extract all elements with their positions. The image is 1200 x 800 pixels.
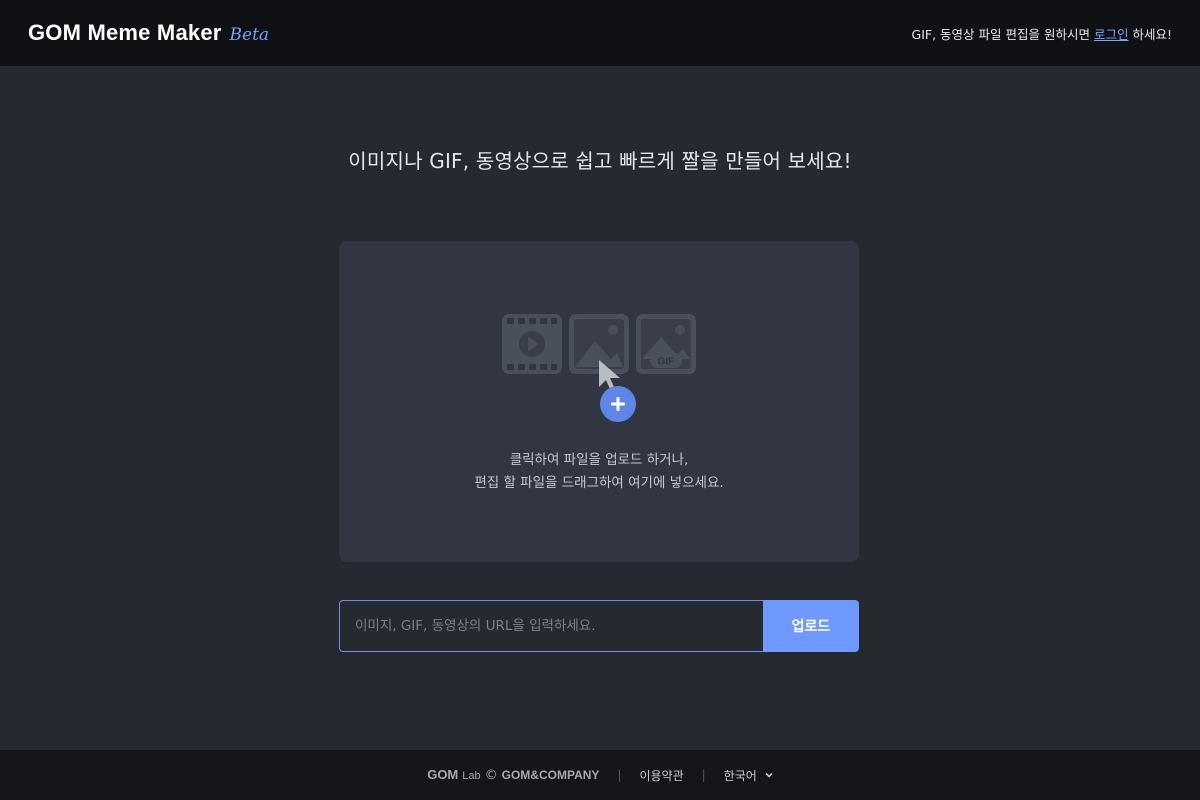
dropzone-line-2: 편집 할 파일을 드래그하여 여기에 넣으세요. xyxy=(474,475,724,491)
top-bar: GOM Meme Maker Beta GIF, 동영상 파일 편집을 원하시면… xyxy=(0,0,1200,66)
footer-brand: GOM Lab © GOM&COMPANY xyxy=(427,767,599,783)
url-input[interactable] xyxy=(339,600,763,652)
dropzone-instructions: 클릭하여 파일을 업로드 하거나, 편집 할 파일을 드래그하여 여기에 넣으세… xyxy=(339,449,859,495)
login-prompt-suffix: 하세요! xyxy=(1132,26,1172,42)
gif-image-icon: GIF xyxy=(636,314,696,374)
login-link[interactable]: 로그인 xyxy=(1094,24,1129,43)
logo-text: GOM Meme Maker xyxy=(28,20,222,45)
gomlab-logo-lab: Lab xyxy=(462,770,481,782)
company-logo: GOM&COMPANY xyxy=(501,768,600,782)
login-prompt: GIF, 동영상 파일 편집을 원하시면 로그인 하세요! xyxy=(912,24,1172,43)
copyright-symbol: © xyxy=(484,768,498,783)
logo[interactable]: GOM Meme Maker Beta xyxy=(28,20,269,46)
gomlab-logo: GOM xyxy=(427,767,459,782)
page-title: 이미지나 GIF, 동영상으로 쉽고 빠르게 짤을 만들어 보세요! xyxy=(348,149,852,173)
terms-link[interactable]: 이용약관 xyxy=(639,767,683,784)
footer-separator: | xyxy=(701,768,706,782)
footer-separator: | xyxy=(617,768,622,782)
upload-button[interactable]: 업로드 xyxy=(763,600,859,652)
url-upload-form: 업로드 xyxy=(339,600,859,652)
file-dropzone[interactable]: GIF 클릭하여 파일을 업로드 하거나, 편집 할 파일을 드래그하여 여기에… xyxy=(339,241,859,562)
language-selector[interactable]: 한국어 xyxy=(724,767,773,784)
logo-beta-label: Beta xyxy=(229,25,270,45)
login-prompt-text: GIF, 동영상 파일 편집을 원하시면 xyxy=(911,26,1090,42)
footer: GOM Lab © GOM&COMPANY | 이용약관 | 한국어 xyxy=(0,750,1200,800)
chevron-down-icon xyxy=(765,772,773,778)
plus-icon xyxy=(600,386,636,422)
video-icon xyxy=(502,314,562,374)
dropzone-line-1: 클릭하여 파일을 업로드 하거나, xyxy=(509,452,689,468)
gif-badge-label: GIF xyxy=(658,357,675,368)
language-label: 한국어 xyxy=(723,768,757,783)
